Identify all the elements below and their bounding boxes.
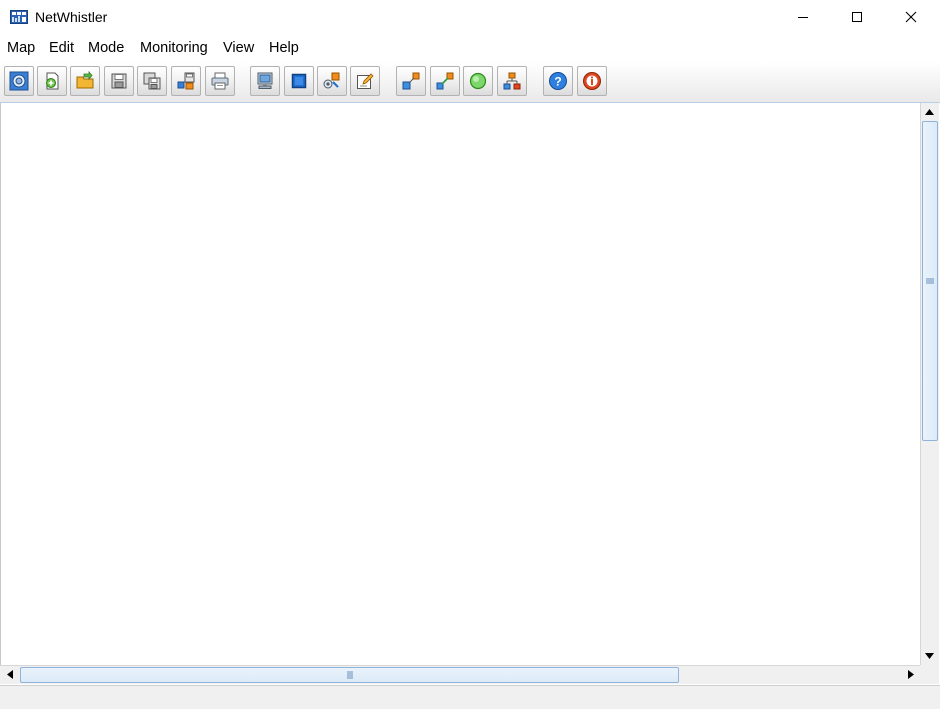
network-map-icon [10, 8, 28, 26]
grip-icon [347, 671, 352, 679]
add-node-icon [291, 73, 307, 89]
open-map-icon [76, 71, 94, 89]
about-icon [583, 72, 601, 90]
menu-bar: Map Edit Mode Monitoring View Help [0, 38, 940, 60]
menu-monitoring[interactable]: Monitoring [140, 40, 208, 56]
save-map-button[interactable] [104, 66, 134, 96]
new-map-button[interactable] [37, 66, 67, 96]
title-bar: NetWhistler [0, 0, 940, 34]
menu-edit[interactable]: Edit [49, 40, 74, 56]
link-mode-button[interactable] [396, 66, 426, 96]
scroll-right-button[interactable] [902, 666, 919, 683]
export-icon [177, 72, 195, 90]
vertical-scroll-thumb[interactable] [922, 121, 938, 441]
horizontal-scrollbar[interactable] [0, 665, 920, 684]
vertical-scrollbar[interactable] [920, 103, 939, 665]
open-map-button[interactable] [70, 66, 100, 96]
toolbar: ? [0, 62, 940, 103]
add-computer-icon [257, 72, 273, 89]
scrollbar-corner [920, 665, 939, 684]
arrow-up-icon [925, 108, 934, 115]
save-as-button[interactable] [137, 66, 167, 96]
scroll-down-button[interactable] [921, 647, 938, 664]
print-button[interactable] [205, 66, 235, 96]
arrow-left-icon [6, 670, 13, 679]
save-map-icon [111, 73, 127, 89]
print-icon [211, 72, 229, 90]
help-button[interactable]: ? [543, 66, 573, 96]
arrow-down-icon [925, 652, 934, 659]
network-layout-icon [503, 72, 521, 90]
help-icon: ? [549, 72, 567, 90]
network-layout-button[interactable] [497, 66, 527, 96]
about-button[interactable] [577, 66, 607, 96]
map-canvas[interactable] [0, 103, 920, 665]
arrow-right-icon [907, 670, 914, 679]
add-node-button[interactable] [284, 66, 314, 96]
scroll-up-button[interactable] [921, 103, 938, 120]
link-mode-icon [402, 72, 420, 90]
scan-network-button[interactable] [4, 66, 34, 96]
minimize-button[interactable] [780, 0, 826, 34]
menu-map[interactable]: Map [7, 40, 35, 56]
close-icon [905, 11, 917, 23]
status-bar [0, 685, 940, 709]
menu-help[interactable]: Help [269, 40, 299, 56]
save-as-icon [143, 72, 161, 90]
window-title: NetWhistler [35, 9, 108, 25]
add-device-button[interactable] [317, 66, 347, 96]
menu-view[interactable]: View [223, 40, 254, 56]
connect-mode-button[interactable] [430, 66, 460, 96]
export-button[interactable] [171, 66, 201, 96]
scroll-left-button[interactable] [1, 666, 18, 683]
maximize-button[interactable] [834, 0, 880, 34]
add-computer-button[interactable] [250, 66, 280, 96]
edit-properties-icon [357, 73, 374, 89]
close-button[interactable] [888, 0, 934, 34]
maximize-icon [852, 12, 862, 22]
svg-text:?: ? [554, 75, 561, 89]
monitor-start-icon [469, 72, 487, 90]
edit-properties-button[interactable] [350, 66, 380, 96]
scan-network-icon [9, 71, 29, 91]
grip-icon [926, 278, 934, 284]
menu-mode[interactable]: Mode [88, 40, 124, 56]
add-device-icon [323, 72, 340, 89]
monitor-start-button[interactable] [463, 66, 493, 96]
new-map-icon [46, 72, 59, 90]
horizontal-scroll-thumb[interactable] [20, 667, 679, 683]
connect-mode-icon [436, 72, 454, 90]
minimize-icon [798, 17, 808, 18]
